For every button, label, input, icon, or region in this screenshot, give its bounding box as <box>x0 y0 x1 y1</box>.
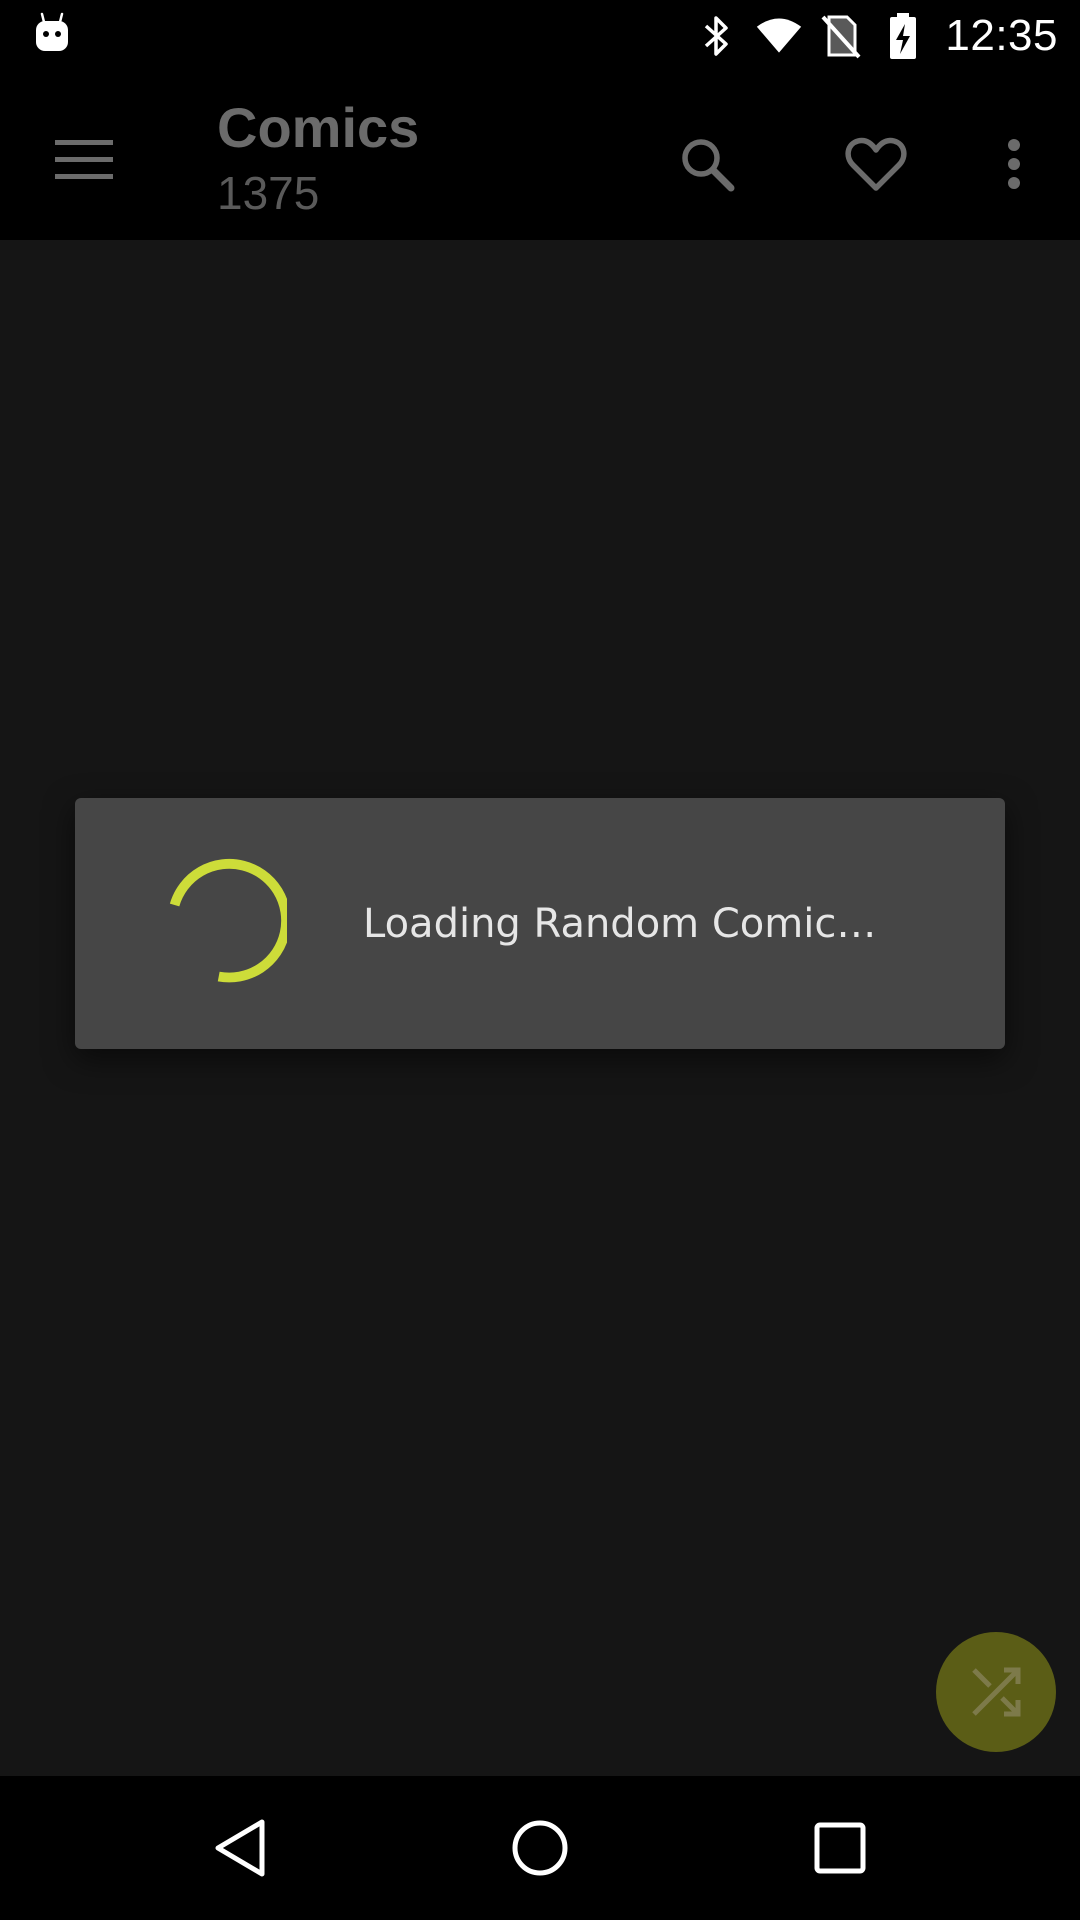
recents-icon <box>814 1822 866 1874</box>
wifi-icon <box>755 12 803 60</box>
back-button[interactable] <box>190 1798 290 1898</box>
status-bar: 12:35 <box>0 0 1080 72</box>
no-sim-icon <box>817 12 865 60</box>
random-comic-fab[interactable] <box>936 1632 1056 1752</box>
app-bar-titles: Comics 1375 <box>217 94 419 222</box>
battery-charging-icon <box>879 12 927 60</box>
android-notification-icon <box>36 12 68 51</box>
back-icon <box>215 1819 265 1877</box>
menu-button[interactable] <box>40 116 128 204</box>
shuffle-icon <box>972 1667 1021 1717</box>
favorite-button[interactable] <box>832 120 920 208</box>
loading-spinner <box>169 858 287 983</box>
heart-icon <box>845 137 907 191</box>
loading-message: Loading Random Comic… <box>363 900 877 947</box>
page-title: Comics <box>217 96 420 159</box>
status-icons: 12:35 <box>679 0 1058 72</box>
system-nav-bar <box>0 1776 1080 1920</box>
app-bar: Comics 1375 <box>0 72 1080 240</box>
home-button[interactable] <box>490 1798 590 1898</box>
home-icon <box>512 1820 568 1876</box>
menu-icon <box>55 140 113 179</box>
comic-number: 1375 <box>217 167 320 219</box>
clock: 12:35 <box>945 11 1058 60</box>
bluetooth-icon <box>693 12 741 60</box>
more-vert-icon <box>1008 139 1020 189</box>
search-button[interactable] <box>663 120 751 208</box>
recents-button[interactable] <box>790 1798 890 1898</box>
loading-dialog: Loading Random Comic… <box>75 798 1005 1049</box>
search-icon <box>682 139 735 192</box>
overflow-menu-button[interactable] <box>970 120 1058 208</box>
screen: 12:35 Comics 1375 Loading Random Comic… <box>0 0 1080 1920</box>
